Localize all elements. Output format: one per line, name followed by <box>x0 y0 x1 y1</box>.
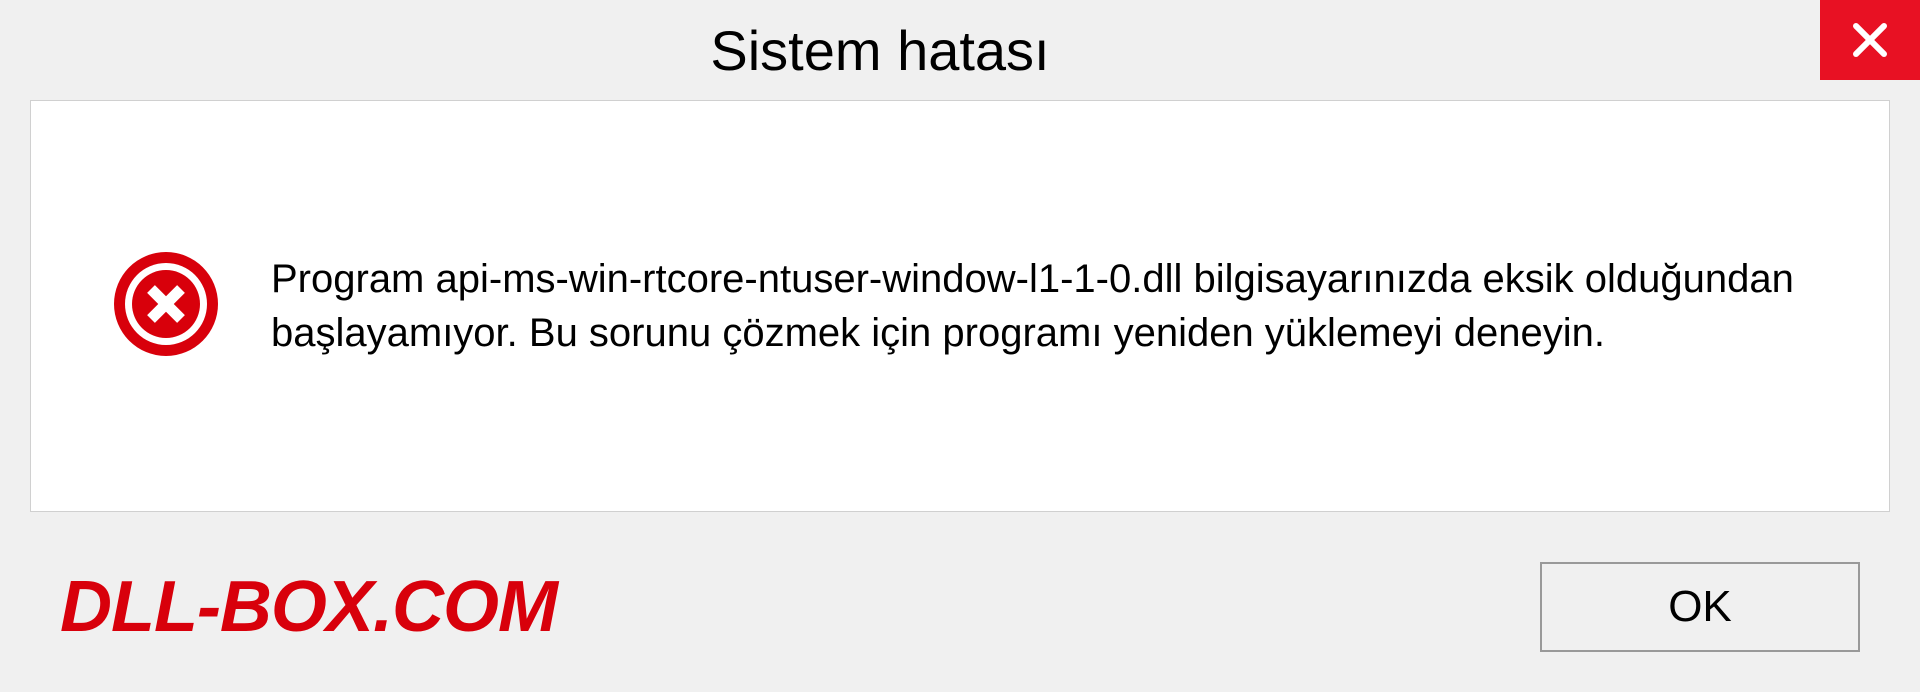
error-icon <box>111 249 221 359</box>
dialog-title: Sistem hatası <box>40 18 1820 83</box>
close-button[interactable] <box>1820 0 1920 80</box>
close-icon <box>1850 20 1890 60</box>
title-bar: Sistem hatası <box>0 0 1920 100</box>
ok-button[interactable]: OK <box>1540 562 1860 652</box>
error-message: Program api-ms-win-rtcore-ntuser-window-… <box>271 252 1829 360</box>
error-dialog: Sistem hatası Program api-ms-win-rtcore-… <box>0 0 1920 692</box>
content-panel: Program api-ms-win-rtcore-ntuser-window-… <box>30 100 1890 512</box>
error-icon-wrap <box>111 249 221 364</box>
bottom-bar: DLL-BOX.COM OK <box>0 542 1920 692</box>
watermark-text: DLL-BOX.COM <box>60 566 557 648</box>
